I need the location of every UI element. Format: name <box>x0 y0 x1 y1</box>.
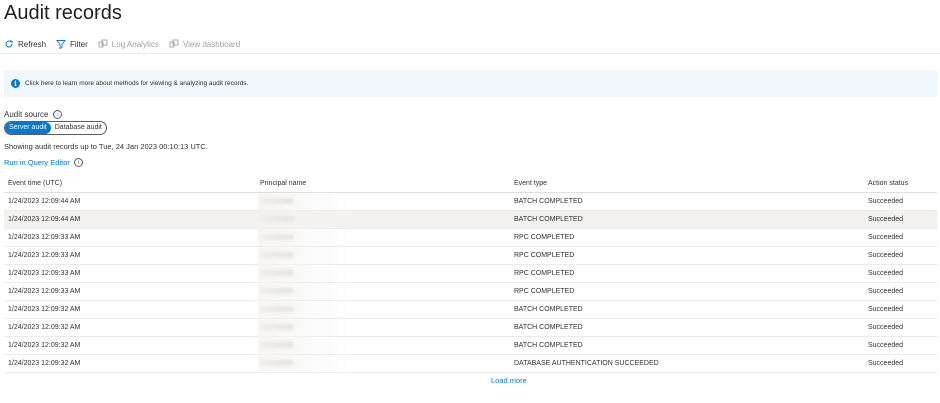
refresh-button[interactable]: Refresh <box>4 39 46 49</box>
event-time-cell: 1/24/2023 12:09:33 AM <box>8 252 81 259</box>
action-status-cell: Succeeded <box>868 288 904 295</box>
table-row[interactable]: 1/24/2023 12:09:32 AM BATCH COMPLETED Succ… <box>4 319 937 337</box>
log-analytics-button[interactable]: Log Analytics <box>98 39 159 49</box>
event-type-cell: BATCH COMPLETED <box>514 342 583 349</box>
table-row[interactable]: 1/24/2023 12:09:44 AM BATCH COMPLETED Succ… <box>4 193 937 211</box>
principal-name-cell <box>260 305 514 314</box>
view-dashboard-button[interactable]: View dashboard <box>169 39 240 49</box>
redacted-principal <box>260 287 294 294</box>
help-icon[interactable]: i <box>73 158 83 167</box>
column-header-event-time[interactable]: Event time (UTC) <box>4 180 260 187</box>
event-time-cell: 1/24/2023 12:09:33 AM <box>8 288 81 295</box>
principal-name-cell <box>260 197 514 206</box>
query-link-label: Run in Query Editor <box>4 158 70 167</box>
principal-name-cell <box>260 287 514 296</box>
action-status-cell: Succeeded <box>868 306 904 313</box>
redacted-principal <box>260 359 294 366</box>
log-analytics-icon <box>98 39 108 48</box>
table-row[interactable]: 1/24/2023 12:09:33 AM RPC COMPLETED Succee… <box>4 229 937 247</box>
event-time-cell: 1/24/2023 12:09:32 AM <box>8 342 81 349</box>
event-type-cell: RPC COMPLETED <box>514 234 575 241</box>
table-row[interactable]: 1/24/2023 12:09:32 AM DATABASE AUTHENTICA… <box>4 355 937 373</box>
principal-name-cell <box>260 359 514 368</box>
redacted-principal <box>260 305 294 312</box>
redacted-principal <box>260 215 294 222</box>
table-row[interactable]: 1/24/2023 12:09:33 AM RPC COMPLETED Succee… <box>4 265 937 283</box>
redacted-principal <box>260 251 294 258</box>
table-row[interactable]: 1/24/2023 12:09:33 AM RPC COMPLETED Succee… <box>4 247 937 265</box>
toolbar-divider <box>0 53 940 54</box>
redacted-principal <box>260 197 294 204</box>
event-type-cell: BATCH COMPLETED <box>514 324 583 331</box>
audit-source-text: Audit source <box>4 110 49 119</box>
event-type-cell: RPC COMPLETED <box>514 288 575 295</box>
event-type-cell: RPC COMPLETED <box>514 252 575 259</box>
table-header: Event time (UTC) Principal name Event ty… <box>4 175 937 193</box>
column-header-principal-name[interactable]: Principal name <box>260 180 514 187</box>
filter-label: Filter <box>70 39 88 49</box>
showing-records-text: Showing audit records up to Tue, 24 Jan … <box>4 142 208 151</box>
action-status-cell: Succeeded <box>868 270 904 277</box>
action-status-cell: Succeeded <box>868 216 904 223</box>
action-status-cell: Succeeded <box>868 234 904 241</box>
event-type-cell: BATCH COMPLETED <box>514 216 583 223</box>
event-time-cell: 1/24/2023 12:09:32 AM <box>8 306 81 313</box>
audit-source-label: Audit source i <box>4 110 63 119</box>
table-row[interactable]: 1/24/2023 12:09:33 AM RPC COMPLETED Succee… <box>4 283 937 301</box>
principal-name-cell <box>260 215 514 224</box>
event-time-cell: 1/24/2023 12:09:44 AM <box>8 198 81 205</box>
redacted-principal <box>260 269 294 276</box>
event-time-cell: 1/24/2023 12:09:44 AM <box>8 216 81 223</box>
table-row[interactable]: 1/24/2023 12:09:44 AM BATCH COMPLETED Succ… <box>4 211 937 229</box>
principal-name-cell <box>260 233 514 242</box>
help-icon[interactable]: i <box>53 110 63 119</box>
action-status-cell: Succeeded <box>868 360 904 367</box>
event-type-cell: RPC COMPLETED <box>514 270 575 277</box>
more-options-icon[interactable]: ··· <box>96 6 111 20</box>
run-in-query-editor-link[interactable]: Run in Query Editor i <box>4 158 83 167</box>
event-time-cell: 1/24/2023 12:09:33 AM <box>8 270 81 277</box>
event-time-cell: 1/24/2023 12:09:32 AM <box>8 360 81 367</box>
log-analytics-label: Log Analytics <box>111 39 159 49</box>
action-status-cell: Succeeded <box>868 252 904 259</box>
event-time-cell: 1/24/2023 12:09:32 AM <box>8 324 81 331</box>
column-header-action-status[interactable]: Action status <box>868 180 937 187</box>
load-more-link[interactable]: Load more <box>491 376 527 385</box>
database-audit-pill[interactable]: Database audit <box>51 122 106 134</box>
redacted-principal <box>260 341 294 348</box>
info-banner[interactable]: i Click here to learn more about methods… <box>4 70 937 97</box>
server-audit-pill[interactable]: Server audit <box>5 122 51 134</box>
info-icon: i <box>11 79 20 88</box>
principal-name-cell <box>260 269 514 278</box>
action-status-cell: Succeeded <box>868 198 904 205</box>
action-status-cell: Succeeded <box>868 342 904 349</box>
event-type-cell: DATABASE AUTHENTICATION SUCCEEDED <box>514 360 659 367</box>
event-type-cell: BATCH COMPLETED <box>514 198 583 205</box>
table-row[interactable]: 1/24/2023 12:09:32 AM BATCH COMPLETED Succ… <box>4 337 937 355</box>
principal-name-cell <box>260 341 514 350</box>
refresh-icon <box>5 40 13 48</box>
filter-icon <box>56 40 66 49</box>
action-status-cell: Succeeded <box>868 324 904 331</box>
view-dashboard-label: View dashboard <box>182 39 241 49</box>
column-header-event-type[interactable]: Event type <box>514 180 868 187</box>
audit-records-table: Event time (UTC) Principal name Event ty… <box>4 175 937 373</box>
event-type-cell: BATCH COMPLETED <box>514 306 583 313</box>
refresh-label: Refresh <box>18 39 47 49</box>
dashboard-icon <box>169 39 179 48</box>
redacted-principal <box>260 323 294 330</box>
toolbar: Refresh Filter Log Analytics View dashbo… <box>4 36 250 52</box>
info-banner-text[interactable]: Click here to learn more about methods f… <box>25 80 248 87</box>
table-row[interactable]: 1/24/2023 12:09:32 AM BATCH COMPLETED Succ… <box>4 301 937 319</box>
event-time-cell: 1/24/2023 12:09:33 AM <box>8 234 81 241</box>
audit-source-toggle: Server audit Database audit <box>4 121 107 135</box>
redacted-principal <box>260 233 294 240</box>
filter-button[interactable]: Filter <box>56 39 88 49</box>
principal-name-cell <box>260 251 514 260</box>
principal-name-cell <box>260 323 514 332</box>
